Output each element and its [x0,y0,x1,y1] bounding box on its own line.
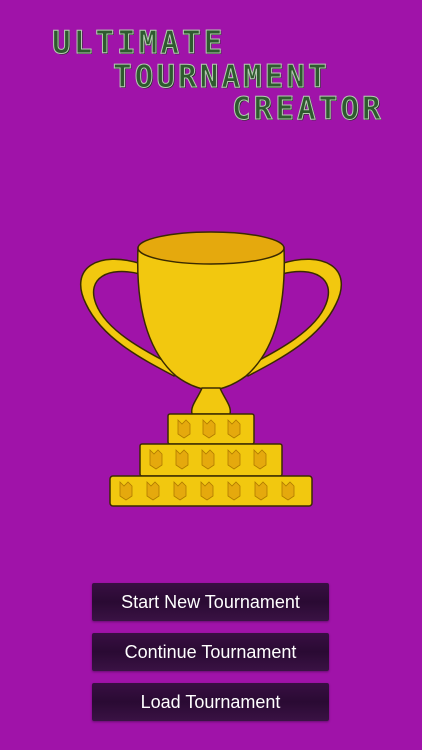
app-title-line-3: CREATOR [232,91,384,127]
start-new-tournament-button[interactable]: Start New Tournament [92,583,329,621]
app-title-line-2: TOURNAMENT [113,59,330,95]
load-tournament-button[interactable]: Load Tournament [92,683,329,721]
continue-tournament-label: Continue Tournament [124,641,297,662]
trophy-icon [80,231,342,507]
trophy-rim [137,231,285,265]
start-new-tournament-label: Start New Tournament [121,591,300,612]
continue-tournament-button[interactable]: Continue Tournament [92,633,329,671]
app-title-line-1: ULTIMATE [51,25,226,61]
load-tournament-label: Load Tournament [140,691,281,712]
app-screen: ULTIMATE TOURNAMENT CREATOR Start New To… [0,0,422,750]
trophy-stem [190,387,232,415]
